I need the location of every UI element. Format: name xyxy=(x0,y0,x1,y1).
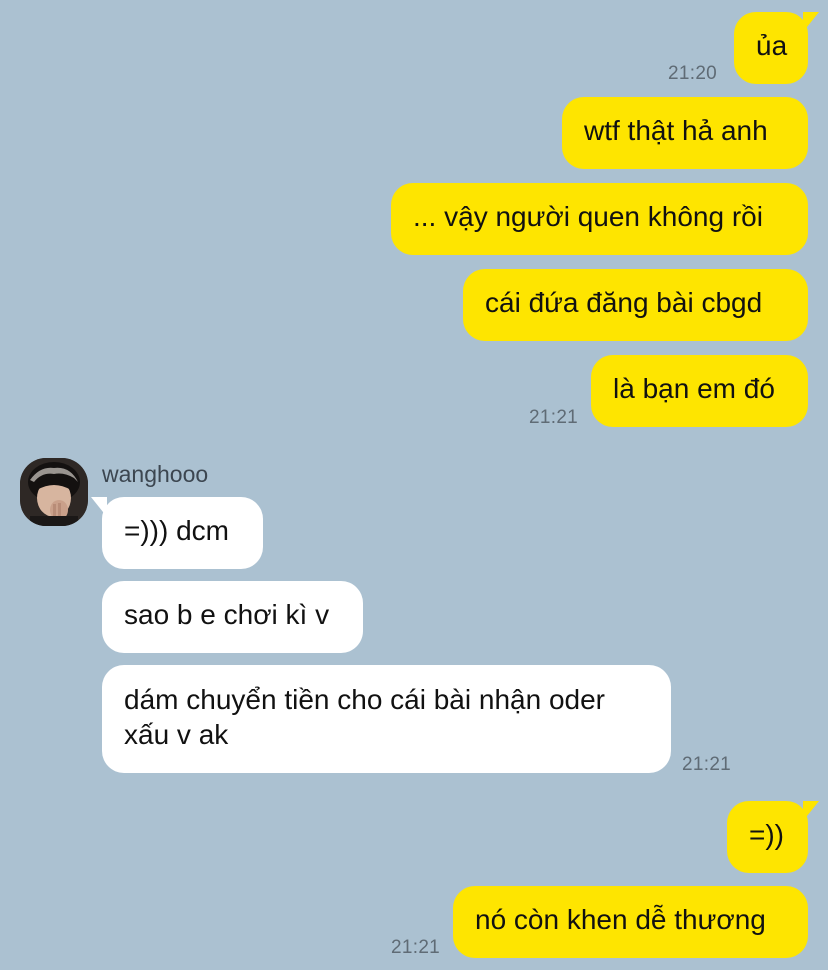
message-bubble-incoming[interactable]: sao b e chơi kì v xyxy=(102,581,363,653)
message-text: là bạn em đó xyxy=(613,373,775,404)
message-text: =))) dcm xyxy=(124,515,229,546)
message-text: ... vậy người quen không rồi xyxy=(413,201,763,232)
message-text: dám chuyển tiền cho cái bài nhận oder xấ… xyxy=(124,684,605,750)
message-bubble-outgoing[interactable]: cái đứa đăng bài cbgd xyxy=(463,269,808,341)
message-text: ủa xyxy=(756,30,788,61)
sender-name: wanghooo xyxy=(102,461,209,487)
message-bubble-outgoing[interactable]: =)) xyxy=(727,801,819,873)
profile-photo-icon xyxy=(20,458,88,526)
message-bubble-outgoing[interactable]: wtf thật hả anh xyxy=(562,97,808,169)
message-bubble-incoming[interactable]: =))) dcm xyxy=(91,497,263,569)
message-text: nó còn khen dễ thương xyxy=(475,904,766,935)
avatar[interactable] xyxy=(20,458,88,526)
message-text: wtf thật hả anh xyxy=(584,115,768,146)
message-timestamp: 21:21 xyxy=(529,407,579,428)
message-timestamp: 21:21 xyxy=(682,754,732,775)
message-bubble-outgoing[interactable]: là bạn em đó xyxy=(591,355,808,427)
message-text: sao b e chơi kì v xyxy=(124,599,330,630)
message-bubble-incoming[interactable]: dám chuyển tiền cho cái bài nhận oder xấ… xyxy=(102,665,671,773)
message-text: cái đứa đăng bài cbgd xyxy=(485,287,763,318)
message-timestamp: 21:20 xyxy=(668,63,718,84)
message-bubble-outgoing[interactable]: nó còn khen dễ thương xyxy=(453,886,808,958)
message-bubble-outgoing[interactable]: ủa xyxy=(734,12,819,84)
message-text: =)) xyxy=(749,819,784,850)
message-timestamp: 21:21 xyxy=(391,937,441,958)
message-bubble-outgoing[interactable]: ... vậy người quen không rồi xyxy=(391,183,808,255)
